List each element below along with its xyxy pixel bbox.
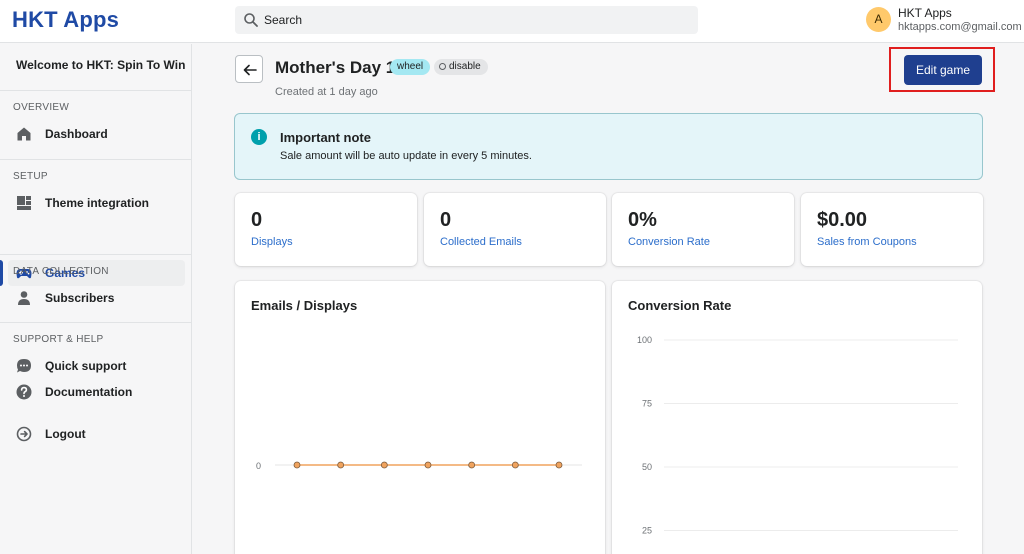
- home-icon: [17, 127, 31, 141]
- data-point: [555, 461, 563, 469]
- y-tick-label: 0: [256, 461, 261, 471]
- sidebar-divider: [0, 90, 191, 91]
- data-point: [468, 461, 476, 469]
- active-indicator: [0, 260, 3, 286]
- page-title: Mother's Day 1: [275, 58, 396, 77]
- data-point: [337, 461, 345, 469]
- sidebar-item-quick-support[interactable]: Quick support: [8, 353, 185, 379]
- avatar[interactable]: A: [866, 7, 891, 32]
- data-point: [511, 461, 519, 469]
- y-tick-label: 50: [642, 462, 652, 472]
- data-point: [380, 461, 388, 469]
- emails-displays-chart: 0: [256, 461, 582, 471]
- important-note-banner: i Important note Sale amount will be aut…: [234, 113, 983, 180]
- emails-displays-card: Emails / Displays 0: [235, 281, 605, 554]
- stat-value: 0: [251, 209, 263, 231]
- logout-icon: [16, 426, 32, 442]
- stat-value: $0.00: [817, 209, 868, 231]
- stat-label: Sales from Coupons: [817, 236, 917, 248]
- sidebar-item-theme-integration[interactable]: Theme integration: [8, 190, 185, 216]
- search-bar[interactable]: Search: [235, 6, 698, 34]
- y-tick-label: 75: [642, 399, 652, 409]
- sidebar-divider: [0, 159, 191, 160]
- sidebar-item-dashboard[interactable]: Dashboard: [8, 121, 185, 147]
- back-button[interactable]: [235, 55, 263, 83]
- sidebar-item-documentation[interactable]: Documentation: [8, 379, 185, 405]
- status-dot-icon: [439, 63, 446, 70]
- user-email[interactable]: hktapps.com@gmail.com: [898, 21, 1022, 33]
- logout-label: Logout: [45, 427, 86, 441]
- search-input[interactable]: Search: [264, 13, 302, 27]
- y-tick-label: 100: [637, 335, 652, 345]
- search-icon: [244, 13, 258, 27]
- sidebar-item-label: Subscribers: [45, 291, 115, 305]
- banner-text: Sale amount will be auto update in every…: [280, 150, 532, 162]
- sidebar-item-subscribers[interactable]: Subscribers: [8, 285, 185, 311]
- created-timestamp: Created at 1 day ago: [275, 86, 378, 98]
- sidebar-welcome: Welcome to HKT: Spin To Win: [16, 58, 186, 72]
- sidebar-item-label: Dashboard: [45, 127, 108, 141]
- arrow-left-icon: [243, 64, 257, 76]
- status-badge-label: disable: [449, 61, 481, 72]
- sidebar-item-label: Documentation: [45, 385, 133, 399]
- stat-card-collected-emails: 0 Collected Emails: [424, 193, 606, 266]
- top-bar: HKT Apps Search A HKT Apps hktapps.com@g…: [0, 0, 1024, 43]
- theme-icon: [17, 196, 31, 210]
- banner-title: Important note: [280, 130, 371, 145]
- stat-card-displays: 0 Displays: [235, 193, 417, 266]
- y-tick-label: 25: [642, 526, 652, 536]
- data-point: [293, 461, 301, 469]
- sidebar-heading-setup: SETUP: [13, 171, 48, 182]
- sidebar-heading-overview: OVERVIEW: [13, 102, 70, 113]
- logout-button[interactable]: Logout: [8, 421, 185, 447]
- stat-value: 0: [440, 209, 452, 231]
- user-icon: [18, 291, 30, 305]
- stat-label: Collected Emails: [440, 236, 522, 248]
- conversion-rate-chart: 100 75 50 25: [637, 335, 958, 536]
- app-logo[interactable]: HKT Apps: [12, 7, 119, 33]
- data-point: [424, 461, 432, 469]
- user-name[interactable]: HKT Apps: [898, 6, 952, 20]
- stat-value: 0%: [628, 209, 657, 231]
- status-badge: disable: [434, 59, 488, 75]
- conversion-rate-card: Conversion Rate 100 75 50 25: [612, 281, 982, 554]
- sidebar-divider: [0, 254, 191, 255]
- edit-game-button[interactable]: Edit game: [904, 55, 982, 85]
- info-icon: i: [251, 129, 267, 145]
- type-badge: wheel: [390, 59, 431, 75]
- stat-card-conversion-rate: 0% Conversion Rate: [612, 193, 794, 266]
- sidebar-divider: [0, 322, 191, 323]
- stat-label: Displays: [251, 236, 293, 248]
- help-icon: [16, 384, 32, 400]
- sidebar-item-label: Quick support: [45, 359, 127, 373]
- sidebar-heading-data-collection: DATA COLLECTION: [13, 266, 109, 277]
- sidebar: Welcome to HKT: Spin To Win OVERVIEW Das…: [0, 44, 192, 554]
- stat-label: Conversion Rate: [628, 236, 710, 248]
- sidebar-heading-support: SUPPORT & HELP: [13, 334, 104, 345]
- sidebar-item-label: Theme integration: [45, 196, 150, 210]
- stat-card-sales-from-coupons: $0.00 Sales from Coupons: [801, 193, 983, 266]
- chat-icon: [17, 359, 31, 373]
